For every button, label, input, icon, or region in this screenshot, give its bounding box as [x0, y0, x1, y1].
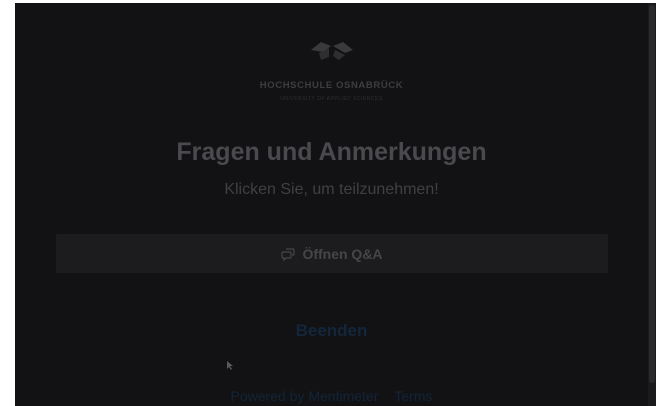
browser-viewport: HOCHSCHULE OSNABRÜCK UNIVERSITY OF APPLI… [0, 0, 664, 406]
logo-subtitle: UNIVERSITY OF APPLIED SCIENCES [280, 96, 383, 102]
open-qa-button[interactable]: Öffnen Q&A [56, 234, 608, 273]
slide-subtitle: Klicken Sie, um teilzunehmen! [224, 181, 439, 198]
right-edge [656, 3, 664, 406]
vertical-scrollbar[interactable] [648, 3, 656, 406]
open-qa-label: Öffnen Q&A [302, 245, 383, 262]
hochschule-logo-icon [310, 42, 353, 60]
scrollbar-thumb[interactable] [649, 5, 655, 383]
mouse-cursor-icon [227, 361, 233, 370]
powered-by-link[interactable]: Powered by Mentimeter [231, 388, 379, 404]
footer: Powered by Mentimeter Terms [15, 388, 648, 404]
speech-bubbles-icon [281, 247, 296, 261]
presentation-panel: HOCHSCHULE OSNABRÜCK UNIVERSITY OF APPLI… [15, 3, 648, 406]
terms-link[interactable]: Terms [394, 388, 432, 404]
logo-name: HOCHSCHULE OSNABRÜCK [259, 80, 404, 91]
end-button[interactable]: Beenden [15, 321, 648, 341]
slide-title: Fragen und Anmerkungen [176, 138, 487, 166]
logo [15, 39, 648, 66]
